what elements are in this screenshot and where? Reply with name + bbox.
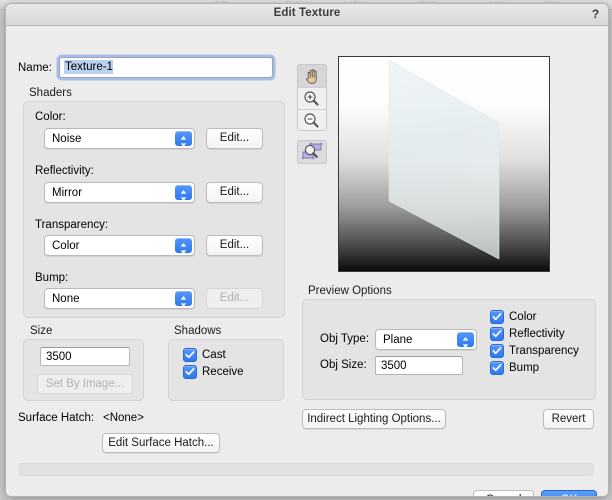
preview-plane-object [388, 59, 500, 260]
size-group-label: Size [30, 325, 53, 337]
checkmark-icon [490, 361, 504, 375]
hand-tool-button[interactable] [298, 65, 326, 87]
preview-reflectivity-label: Reflectivity [509, 328, 565, 340]
chevron-updown-icon [175, 185, 192, 201]
preview-transparency-checkbox[interactable]: Transparency [490, 344, 579, 358]
preview-color-label: Color [509, 311, 537, 323]
shaders-group-label: Shaders [29, 87, 72, 99]
shader-transparency-label: Transparency: [35, 219, 109, 231]
revert-button[interactable]: Revert [543, 409, 594, 429]
shader-bump-value: None [52, 293, 80, 305]
preview-options-group-label: Preview Options [308, 285, 392, 297]
chevron-updown-icon [175, 131, 192, 147]
surface-hatch-label: Surface Hatch: [18, 412, 95, 424]
preview-tool-palette [297, 64, 327, 131]
preview-bump-label: Bump [509, 362, 540, 374]
texture-preview-canvas[interactable] [338, 56, 550, 272]
shadows-group-label: Shadows [174, 325, 222, 337]
shader-reflectivity-value: Mirror [52, 187, 83, 199]
zoom-to-selection-tool-button[interactable] [297, 140, 327, 164]
zoom-out-tool-button[interactable] [298, 109, 326, 131]
obj-type-popup[interactable]: Plane [375, 329, 477, 350]
shader-transparency-popup[interactable]: Color [44, 235, 195, 256]
preview-color-checkbox[interactable]: Color [490, 310, 536, 324]
checkmark-icon [490, 344, 504, 358]
shadows-receive-label: Receive [202, 366, 244, 378]
dialog-title: Edit Texture [273, 7, 341, 19]
set-by-image-button: Set By Image... [37, 374, 133, 394]
shader-transparency-edit-button[interactable]: Edit... [206, 235, 263, 256]
chevron-updown-icon [175, 291, 192, 307]
preview-reflectivity-checkbox[interactable]: Reflectivity [490, 327, 565, 341]
edit-texture-dialog: Edit Texture ? Name: Texture-1 Shaders C… [5, 3, 609, 497]
shader-color-value: Noise [52, 133, 82, 145]
shader-bump-popup[interactable]: None [44, 288, 195, 309]
obj-size-label: Obj Size: [320, 359, 367, 371]
dialog-titlebar: Edit Texture ? [6, 4, 608, 26]
preview-bump-checkbox[interactable]: Bump [490, 361, 539, 375]
checkmark-icon [183, 348, 197, 362]
shader-transparency-value: Color [52, 240, 80, 252]
size-input[interactable]: 3500 [40, 347, 130, 366]
obj-size-input[interactable]: 3500 [375, 356, 463, 375]
shader-bump-edit-button: Edit... [206, 288, 263, 309]
chevron-updown-icon [457, 332, 474, 348]
checkmark-icon [183, 365, 197, 379]
checkmark-icon [490, 327, 504, 341]
shader-reflectivity-popup[interactable]: Mirror [44, 182, 195, 203]
name-input-value: Texture-1 [64, 60, 113, 74]
surface-hatch-value: <None> [103, 412, 144, 424]
obj-type-label: Obj Type: [320, 333, 370, 345]
zoom-in-tool-button[interactable] [298, 87, 326, 109]
chevron-updown-icon [175, 238, 192, 254]
shader-color-label: Color: [35, 111, 66, 123]
shadows-cast-label: Cast [202, 349, 226, 361]
indirect-lighting-options-button[interactable]: Indirect Lighting Options... [302, 409, 446, 429]
shader-color-popup[interactable]: Noise [44, 128, 195, 149]
shader-bump-label: Bump: [35, 272, 69, 284]
shader-reflectivity-edit-button[interactable]: Edit... [206, 182, 263, 203]
shader-color-edit-button[interactable]: Edit... [206, 128, 263, 149]
name-label: Name: [18, 62, 52, 74]
bottom-separator [19, 463, 594, 476]
dialog-body: Name: Texture-1 Shaders Color: Noise Edi… [6, 26, 608, 496]
shadows-cast-checkbox[interactable]: Cast [183, 348, 226, 362]
help-icon[interactable]: ? [588, 7, 603, 22]
cancel-button[interactable]: Cancel [473, 490, 534, 496]
name-input[interactable]: Texture-1 [59, 57, 273, 78]
preview-transparency-label: Transparency [509, 345, 579, 357]
shadows-receive-checkbox[interactable]: Receive [183, 365, 244, 379]
ok-button[interactable]: OK [541, 490, 597, 496]
edit-surface-hatch-button[interactable]: Edit Surface Hatch... [102, 433, 220, 453]
shader-reflectivity-label: Reflectivity: [35, 165, 94, 177]
obj-type-value: Plane [383, 334, 413, 346]
checkmark-icon [490, 310, 504, 324]
